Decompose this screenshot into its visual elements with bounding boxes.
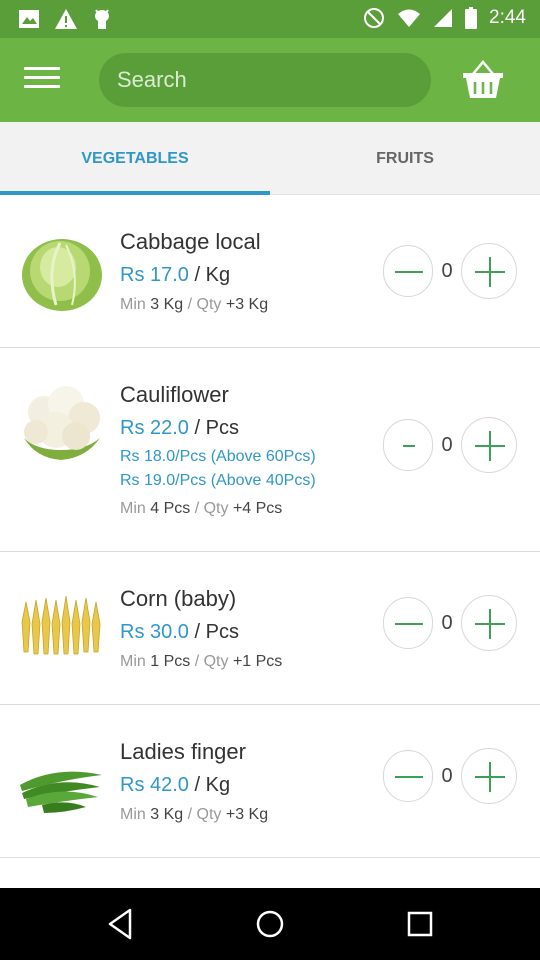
min-value: 3 Kg xyxy=(150,296,184,313)
status-bar: 2:44 xyxy=(0,0,540,38)
bulk-price-tier: Rs 18.0/Pcs (Above 60Pcs) xyxy=(120,448,316,465)
system-icons: 2:44 xyxy=(363,7,526,29)
battery-icon xyxy=(465,7,478,29)
back-icon[interactable] xyxy=(102,906,142,942)
list-item[interactable]: Ladies finger Rs 42.0 / Kg Min 3 Kg / Qt… xyxy=(0,705,540,858)
price-value: Rs 22.0 xyxy=(120,417,189,439)
baby-corn-image xyxy=(21,595,101,655)
warning-icon xyxy=(55,9,77,29)
android-icon xyxy=(95,9,109,29)
status-time: 2:44 xyxy=(489,7,526,28)
increase-quantity-button[interactable] xyxy=(461,595,517,651)
cabbage-image xyxy=(22,239,102,311)
product-name: Corn (baby) xyxy=(120,586,237,611)
increase-quantity-button[interactable] xyxy=(461,748,517,804)
search-input[interactable] xyxy=(117,53,417,107)
qty-step: +3 Kg xyxy=(225,806,269,823)
list-item[interactable]: Corn (baby) Rs 30.0 / Pcs Min 1 Pcs / Qt… xyxy=(0,552,540,705)
product-price: Rs 30.0 / Pcs xyxy=(120,621,239,644)
price-unit: / Pcs xyxy=(194,417,239,439)
tab-fruits[interactable]: FRUITS xyxy=(270,122,540,195)
qty-step: +3 Kg xyxy=(225,296,269,313)
min-value: 4 Pcs xyxy=(150,500,191,517)
price-unit: / Kg xyxy=(194,774,231,796)
product-price: Rs 17.0 / Kg xyxy=(120,264,230,287)
price-value: Rs 30.0 xyxy=(120,621,189,643)
increase-quantity-button[interactable] xyxy=(461,243,517,299)
search-box[interactable] xyxy=(99,53,431,107)
price-unit: / Pcs xyxy=(194,621,239,643)
qty-label: / Qty xyxy=(187,806,222,823)
min-label: Min xyxy=(120,296,146,313)
system-nav-bar xyxy=(0,888,540,960)
tab-vegetables[interactable]: VEGETABLES xyxy=(0,122,270,195)
product-list[interactable]: Cabbage local Rs 17.0 / Kg Min 3 Kg / Qt… xyxy=(0,195,540,888)
decrease-quantity-button[interactable] xyxy=(383,750,433,802)
notification-icons xyxy=(18,8,112,30)
price-value: Rs 17.0 xyxy=(120,264,189,286)
decrease-quantity-button[interactable] xyxy=(383,419,433,471)
qty-step: +4 Pcs xyxy=(232,500,283,517)
min-label: Min xyxy=(120,653,146,670)
bulk-price-tier: Rs 19.0/Pcs (Above 40Pcs) xyxy=(120,472,316,489)
basket-icon[interactable] xyxy=(462,60,504,100)
product-name: Cauliflower xyxy=(120,382,229,407)
quantity-value: 0 xyxy=(441,434,453,456)
list-item[interactable]: Cauliflower Rs 22.0 / Pcs Rs 18.0/Pcs (A… xyxy=(0,348,540,552)
category-tabs: VEGETABLES FRUITS xyxy=(0,122,540,195)
min-value: 1 Pcs xyxy=(150,653,191,670)
recents-icon[interactable] xyxy=(400,906,440,942)
do-not-disturb-icon xyxy=(364,8,385,28)
decrease-quantity-button[interactable] xyxy=(383,597,433,649)
cauliflower-image xyxy=(24,386,100,460)
min-value: 3 Kg xyxy=(150,806,184,823)
okra-image xyxy=(20,771,102,813)
wifi-icon xyxy=(398,9,421,27)
min-label: Min xyxy=(120,500,146,517)
product-name: Ladies finger xyxy=(120,739,246,764)
increase-quantity-button[interactable] xyxy=(461,417,517,473)
qty-step: +1 Pcs xyxy=(232,653,283,670)
price-value: Rs 42.0 xyxy=(120,774,189,796)
decrease-quantity-button[interactable] xyxy=(383,245,433,297)
hamburger-menu-icon[interactable] xyxy=(24,67,60,93)
qty-label: / Qty xyxy=(194,653,229,670)
quantity-value: 0 xyxy=(441,612,453,634)
signal-icon xyxy=(434,9,453,27)
home-icon[interactable] xyxy=(250,906,290,942)
min-qty-info: Min 3 Kg / Qty +3 Kg xyxy=(120,296,268,314)
image-icon xyxy=(19,10,39,28)
quantity-value: 0 xyxy=(441,765,453,787)
min-qty-info: Min 4 Pcs / Qty +4 Pcs xyxy=(120,500,282,518)
quantity-value: 0 xyxy=(441,260,453,282)
list-item[interactable]: Cabbage local Rs 17.0 / Kg Min 3 Kg / Qt… xyxy=(0,195,540,348)
qty-label: / Qty xyxy=(187,296,222,313)
price-unit: / Kg xyxy=(194,264,231,286)
qty-label: / Qty xyxy=(194,500,229,517)
min-qty-info: Min 3 Kg / Qty +3 Kg xyxy=(120,806,268,824)
min-label: Min xyxy=(120,806,146,823)
product-price: Rs 22.0 / Pcs xyxy=(120,417,239,440)
product-name: Cabbage local xyxy=(120,229,261,254)
min-qty-info: Min 1 Pcs / Qty +1 Pcs xyxy=(120,653,282,671)
product-price: Rs 42.0 / Kg xyxy=(120,774,230,797)
app-bar xyxy=(0,38,540,122)
